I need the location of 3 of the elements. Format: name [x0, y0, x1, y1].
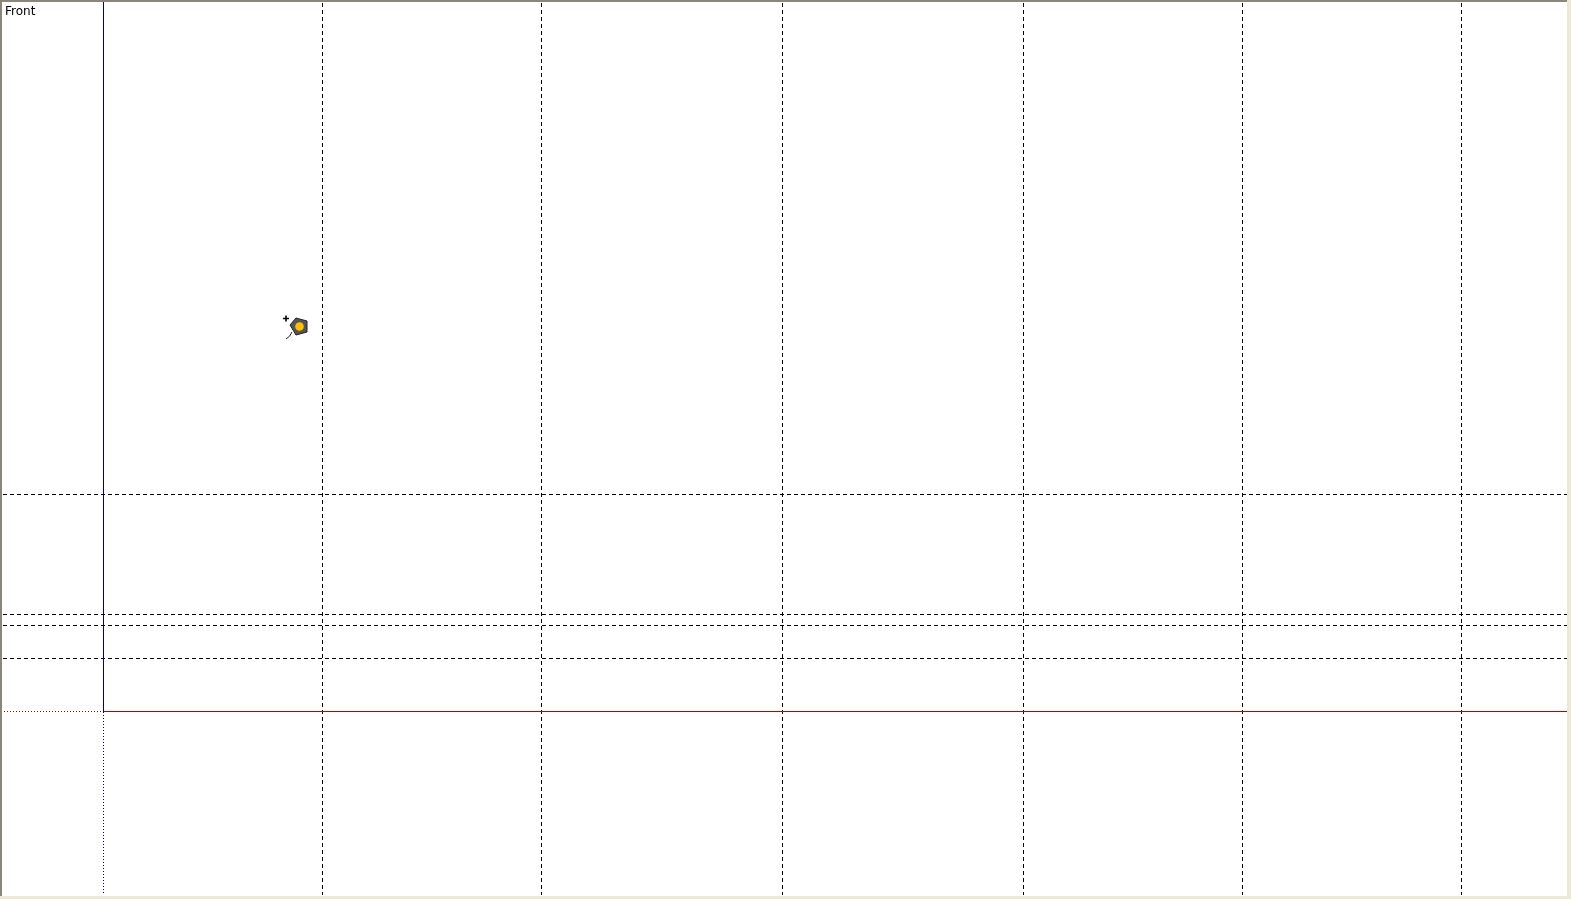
- viewport[interactable]: Front: [0, 0, 1567, 896]
- view-label: Front: [5, 4, 36, 19]
- tape-measure-icon: [282, 314, 308, 340]
